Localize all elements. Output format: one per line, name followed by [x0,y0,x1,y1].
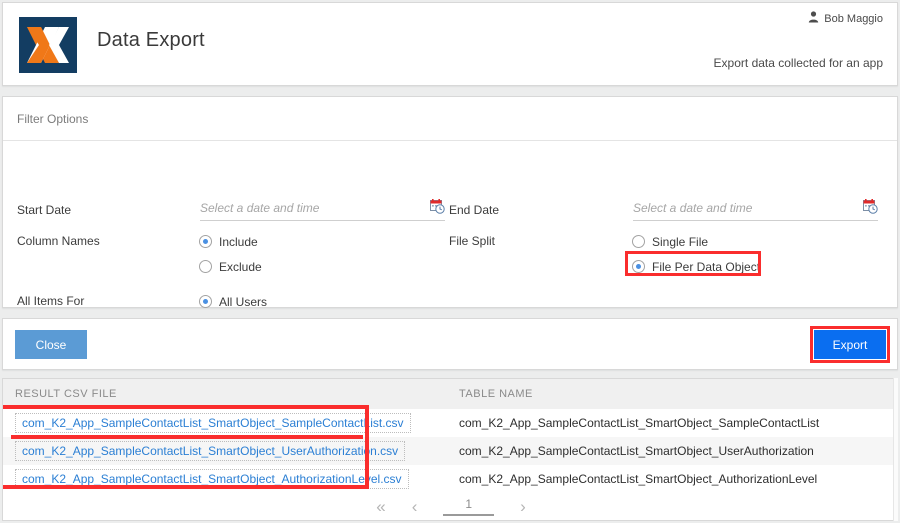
radio-file-per-data-object-indicator[interactable] [632,260,645,273]
results-scrollbar[interactable] [893,378,898,521]
table-name-cell: com_K2_App_SampleContactList_SmartObject… [459,416,820,430]
radio-single-file[interactable]: Single File [632,229,760,254]
result-csv-cell: com_K2_App_SampleContactList_SmartObject… [3,469,459,489]
calendar-clock-icon[interactable] [430,199,445,217]
column-header-table-name: TABLE NAME [459,388,533,400]
close-button[interactable]: Close [15,330,87,359]
table-name-cell: com_K2_App_SampleContactList_SmartObject… [459,472,818,486]
table-row: com_K2_App_SampleContactList_SmartObject… [3,465,897,493]
pagination-current-page[interactable]: 1 [443,497,495,516]
start-date-label: Start Date [17,203,72,217]
results-table: RESULT CSV FILE TABLE NAME com_K2_App_Sa… [2,378,898,521]
filter-options-title: Filter Options [3,97,897,141]
radio-all-users-label: All Users [219,294,268,309]
end-date-input[interactable] [633,201,857,215]
end-date-label: End Date [449,203,500,217]
filter-options-panel: Filter Options Start Date Select a date … [2,96,898,334]
radio-single-file-indicator[interactable] [632,235,645,248]
results-table-body: com_K2_App_SampleContactList_SmartObject… [3,409,897,493]
radio-file-per-data-object-label: File Per Data Object [652,259,761,274]
user-icon [808,11,819,26]
result-csv-cell: com_K2_App_SampleContactList_SmartObject… [3,413,459,433]
k2-logo-wrap [19,17,77,73]
radio-include-label: Include [219,234,258,249]
user-name: Bob Maggio [824,12,883,25]
pagination-first-button[interactable]: « [376,498,385,515]
page-header: Data Export Bob Maggio Export data colle… [2,2,898,86]
table-row: com_K2_App_SampleContactList_SmartObject… [3,409,897,437]
pagination-prev-button[interactable]: ‹ [412,498,418,515]
result-csv-cell: com_K2_App_SampleContactList_SmartObject… [3,441,459,461]
radio-all-users[interactable]: All Users [199,289,267,314]
radio-single-file-label: Single File [652,234,709,249]
filter-options-body: Start Date End Date [3,141,897,334]
radio-file-per-data-object[interactable]: File Per Data Object [625,251,761,279]
column-names-radio-group: Include Exclude [199,229,262,279]
column-header-result-csv-file: RESULT CSV FILE [15,388,117,400]
data-export-page: Data Export Bob Maggio Export data colle… [0,0,900,523]
export-button[interactable]: Export [814,330,886,359]
radio-include-indicator[interactable] [199,235,212,248]
k2-logo-icon [19,17,77,73]
pagination-next-button[interactable]: › [520,498,526,515]
all-items-for-label: All Items For [17,294,85,308]
radio-include[interactable]: Include [199,229,262,254]
table-row: com_K2_App_SampleContactList_SmartObject… [3,437,897,465]
csv-file-link[interactable]: com_K2_App_SampleContactList_SmartObject… [15,469,409,489]
user-chip[interactable]: Bob Maggio [808,11,883,26]
action-bar: Close Export [2,318,898,370]
results-table-header: RESULT CSV FILE TABLE NAME [3,379,897,409]
file-split-radio-group: Single File File Per Data Object [625,229,761,279]
end-date-field[interactable] [633,199,878,221]
pagination: « ‹ 1 › [3,497,897,516]
header-subtitle: Export data collected for an app [713,56,883,70]
csv-file-link[interactable]: com_K2_App_SampleContactList_SmartObject… [15,441,406,461]
calendar-clock-icon[interactable] [863,199,878,217]
file-split-label: File Split [449,234,496,248]
start-date-input[interactable] [200,201,424,215]
start-date-field[interactable] [200,199,445,221]
radio-all-users-indicator[interactable] [199,295,212,308]
page-title: Data Export [97,29,205,51]
table-name-cell: com_K2_App_SampleContactList_SmartObject… [459,444,814,458]
radio-exclude-label: Exclude [219,259,262,274]
radio-exclude[interactable]: Exclude [199,254,262,279]
k2-logo-svg [27,27,69,63]
header-right: Bob Maggio Export data collected for an … [714,3,897,70]
column-names-label: Column Names [17,234,100,248]
radio-exclude-indicator[interactable] [199,260,212,273]
csv-file-link[interactable]: com_K2_App_SampleContactList_SmartObject… [15,413,411,433]
